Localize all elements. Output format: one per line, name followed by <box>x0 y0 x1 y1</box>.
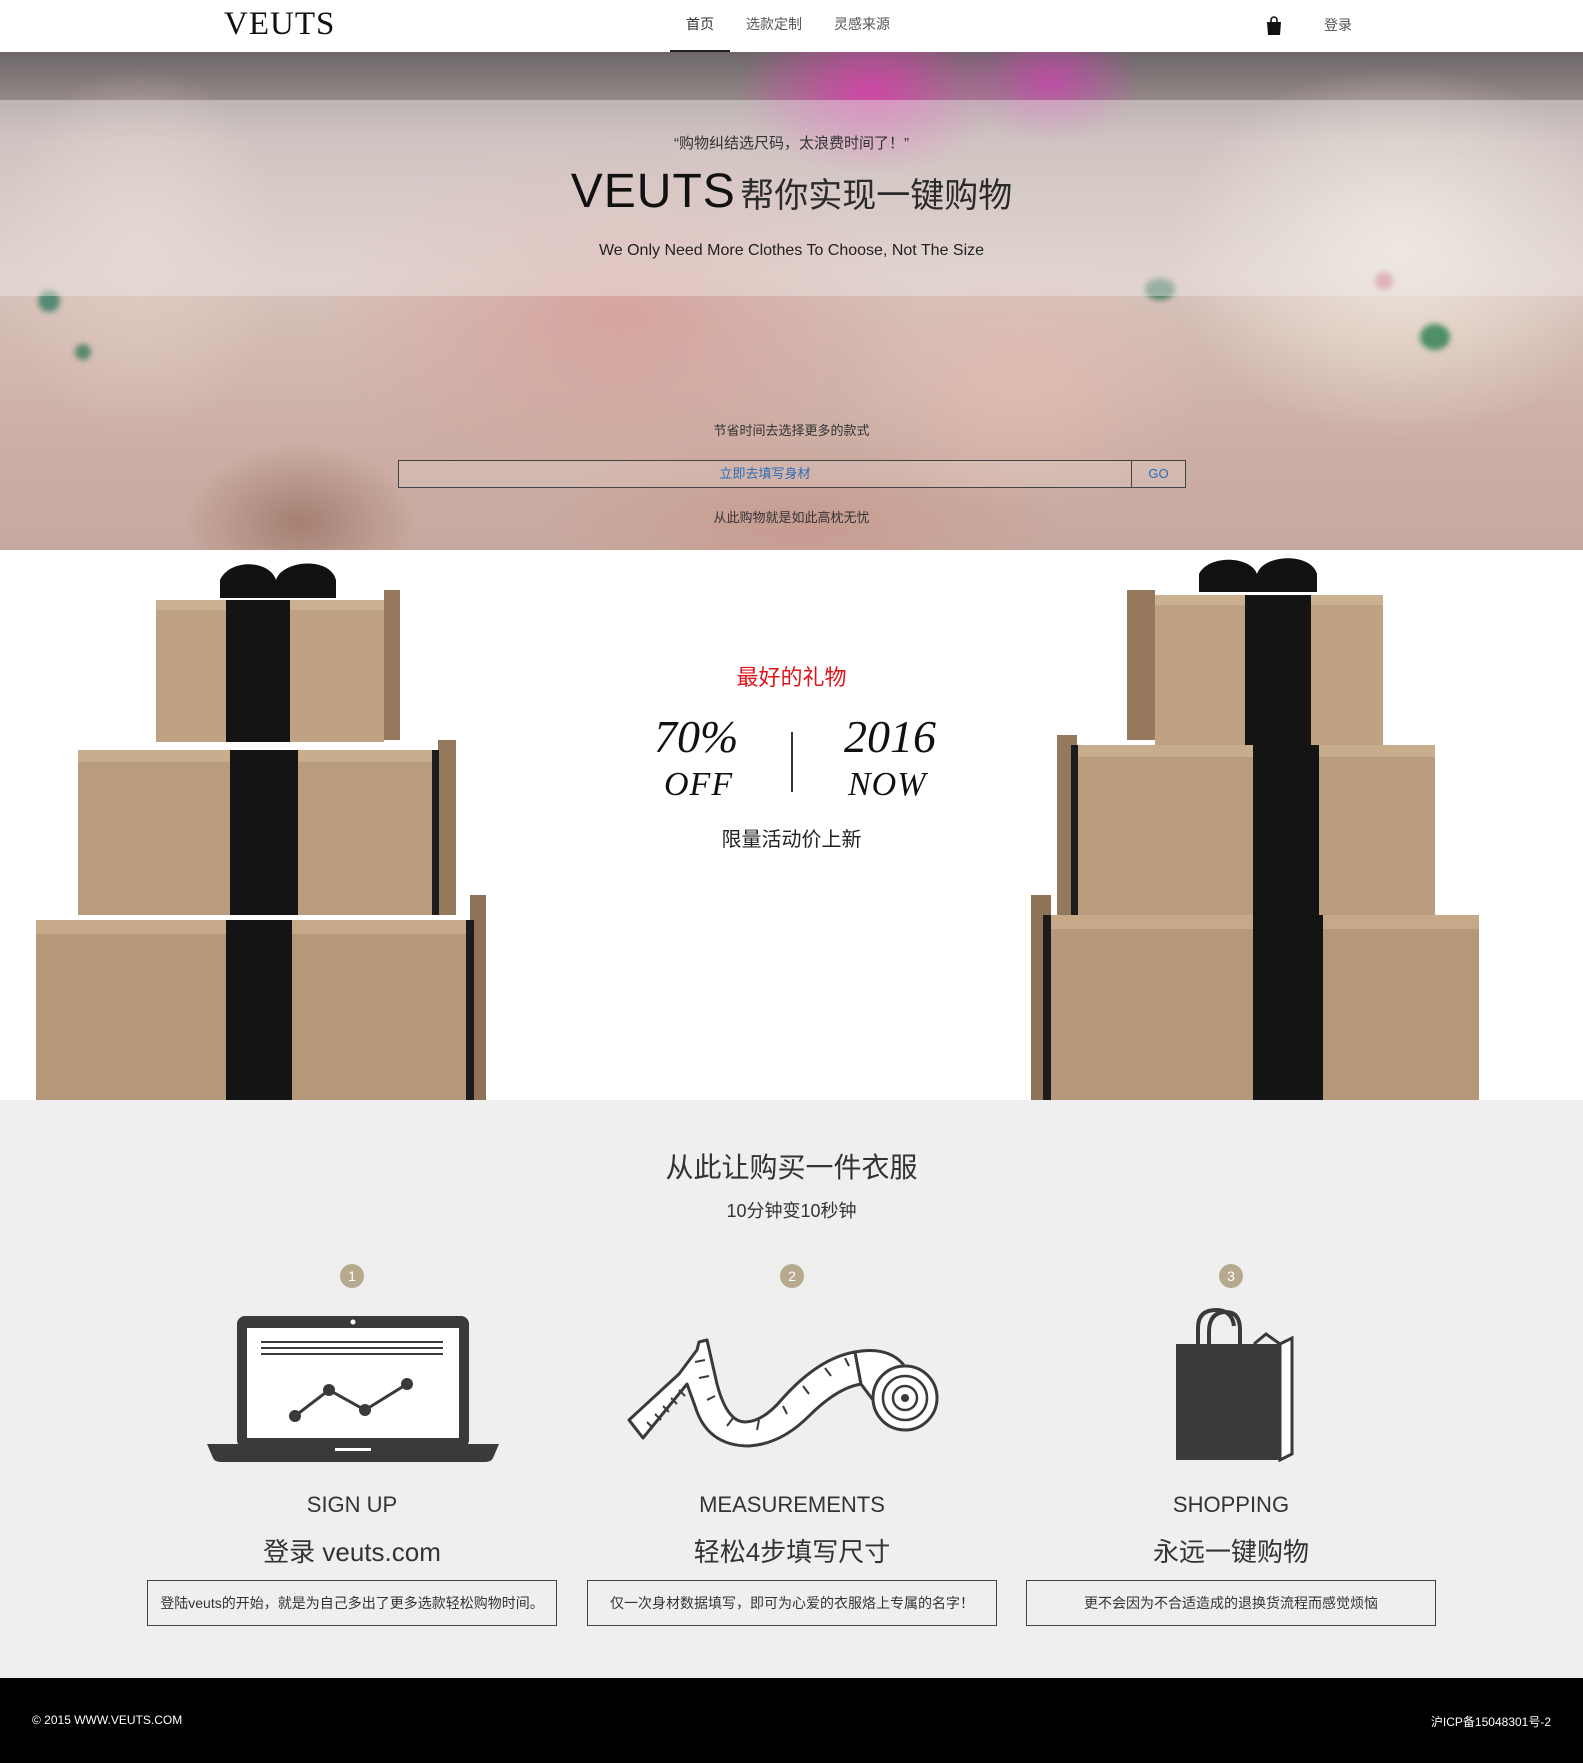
step-title-cn: 永远一键购物 <box>1152 1537 1309 1567</box>
step-description: 登陆veuts的开始，就是为自己多出了更多选款轻松购物时间。 <box>147 1580 557 1626</box>
decor-gem <box>75 344 91 360</box>
site-logo[interactable]: VEUTS <box>224 6 335 43</box>
site-header: VEUTS 首页 选款定制 灵感来源 登录 <box>0 0 1583 52</box>
login-link[interactable]: 登录 <box>1324 0 1352 50</box>
step-title-en: SIGN UP <box>306 1492 398 1517</box>
steps-subtitle: 10分钟变10秒钟 <box>726 1201 857 1221</box>
go-button[interactable]: GO <box>1131 461 1185 487</box>
gift-promo-section: 最好的礼物 70% OFF 2016 NOW 限量活动价上新 <box>0 550 1583 1100</box>
nav-item-home[interactable]: 首页 <box>670 0 730 52</box>
discount-value: 70% <box>654 711 739 762</box>
step-title-cn: 登录 veuts.com <box>263 1537 441 1567</box>
footer-copyright: © 2015 WWW.VEUTS.COM <box>32 1713 183 1727</box>
footer-icp[interactable]: 沪ICP备15048301号-2 <box>1431 1713 1551 1730</box>
step-title-en: MEASUREMENTS <box>699 1492 885 1517</box>
step-description: 更不会因为不合适造成的退换货流程而感觉烦恼 <box>1026 1580 1436 1626</box>
nav-item-customize[interactable]: 选款定制 <box>730 0 818 52</box>
hero-headline: VEUTS 帮你实现一键购物 <box>0 164 1583 219</box>
shopping-bag-icon[interactable] <box>1266 16 1282 36</box>
laptop-chart-icon <box>207 1316 499 1462</box>
step-sign-up: 1 SIGN UP 登录 veuts.com 登陆veuts的开始，就是为自己多… <box>147 1260 557 1640</box>
step-number-badge: 3 <box>1219 1264 1243 1288</box>
main-nav: 首页 选款定制 灵感来源 <box>670 0 906 52</box>
step-measurements: 2 MEASUREMENTS 轻松4步填写尺寸 仅一次身材数据填写，即可为心爱的… <box>587 1260 997 1640</box>
hero-subline: We Only Need More Clothes To Choose, Not… <box>598 242 985 259</box>
year-value: 2016 <box>844 711 936 762</box>
step-number-badge: 1 <box>340 1264 364 1288</box>
hero-headline-cn: 帮你实现一键购物 <box>740 177 1013 215</box>
hero-worry-text: 从此购物就是如此高枕无忧 <box>713 510 870 525</box>
decor-gem <box>1420 324 1450 350</box>
step-shopping: 3 SHOPPING 永远一键购物 更不会因为不合适造成的退换货流程而感觉烦恼 <box>1026 1260 1436 1640</box>
measuring-tape-icon <box>627 1338 939 1448</box>
site-footer: © 2015 WWW.VEUTS.COM 沪ICP备15048301号-2 <box>0 1678 1583 1763</box>
step-description: 仅一次身材数据填写，即可为心爱的衣服烙上专属的名字！ <box>587 1580 997 1626</box>
gift-boxes-right-image <box>1031 558 1479 1100</box>
nav-item-inspiration[interactable]: 灵感来源 <box>818 0 906 52</box>
shopping-bag-icon <box>1176 1307 1294 1463</box>
steps-title: 从此让购买一件衣服 <box>665 1152 918 1183</box>
fill-body-cta: 立即去填写身材 GO <box>398 460 1186 488</box>
promo-badge: 70% OFF 2016 NOW <box>640 710 942 820</box>
hero-save-text: 节省时间去选择更多的款式 <box>713 423 870 438</box>
step-title-en: SHOPPING <box>1172 1492 1290 1517</box>
discount-word: OFF <box>664 766 734 803</box>
promo-divider <box>791 732 793 792</box>
hero-headline-brand: VEUTS <box>570 165 736 218</box>
year-word: NOW <box>848 766 927 803</box>
step-title-cn: 轻松4步填写尺寸 <box>693 1537 891 1567</box>
steps-section: 从此让购买一件衣服 10分钟变10秒钟 1 SIGN UP 登录 veuts.c… <box>0 1100 1583 1678</box>
hero-banner: “购物纠结选尺码，太浪费时间了！” VEUTS 帮你实现一键购物 We Only… <box>0 52 1583 550</box>
step-number-badge: 2 <box>780 1264 804 1288</box>
hero-quote: “购物纠结选尺码，太浪费时间了！” <box>674 135 909 152</box>
fill-body-link[interactable]: 立即去填写身材 <box>399 461 1131 487</box>
